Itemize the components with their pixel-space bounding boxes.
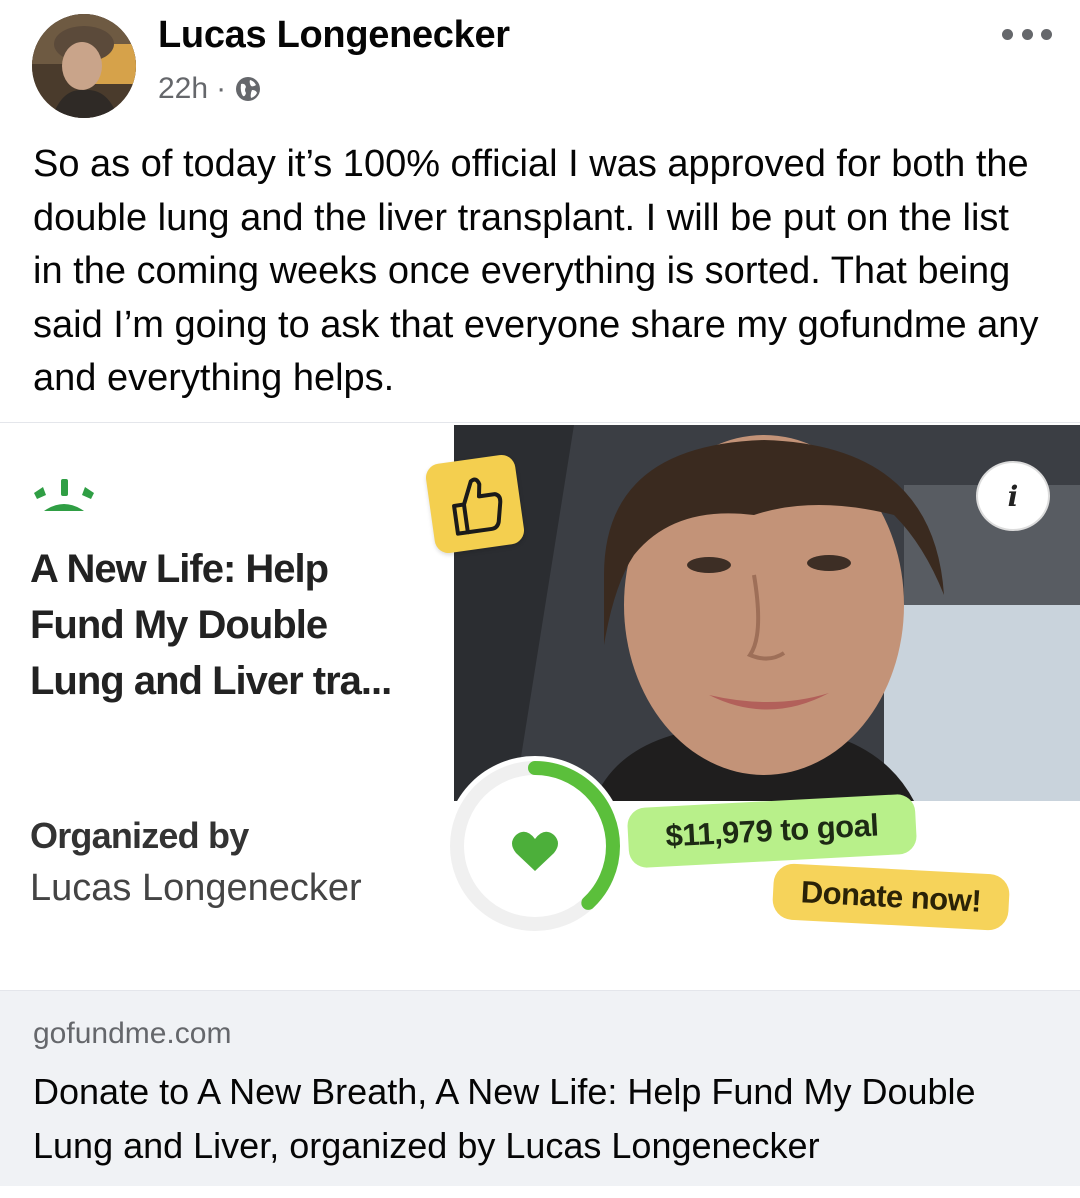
post-header: Lucas Longenecker 22h ·: [0, 0, 1080, 125]
meta-separator: ·: [216, 72, 227, 105]
post-text: So as of today it’s 100% official I was …: [33, 143, 1039, 399]
donate-now-button[interactable]: Donate now!: [771, 862, 1011, 932]
more-options-button[interactable]: [1002, 24, 1052, 44]
info-icon: i: [1007, 479, 1019, 513]
info-button[interactable]: i: [976, 461, 1050, 531]
post-meta: 22h ·: [158, 72, 262, 106]
dot-icon: [1021, 28, 1033, 40]
organizer-name: Lucas Longenecker: [30, 867, 362, 909]
author-avatar[interactable]: [32, 14, 136, 118]
campaign-title[interactable]: A New Life: Help Fund My Double Lung and…: [30, 541, 430, 709]
dot-icon: [1041, 28, 1052, 40]
progress-ring: [445, 756, 625, 936]
link-domain: gofundme.com: [33, 1017, 232, 1050]
goal-badge: $11,979 to goal: [626, 793, 918, 869]
author-name[interactable]: Lucas Longenecker: [158, 14, 510, 57]
link-title[interactable]: Donate to A New Breath, A New Life: Help…: [33, 1065, 1043, 1173]
post-time[interactable]: 22h: [158, 72, 208, 106]
link-preview-footer[interactable]: gofundme.com Donate to A New Breath, A N…: [0, 990, 1080, 1186]
gofundme-preview-card[interactable]: A New Life: Help Fund My Double Lung and…: [0, 422, 1080, 991]
gofundme-logo-icon: [34, 479, 94, 511]
thumbs-up-icon: [424, 453, 526, 555]
dot-icon: [1002, 28, 1013, 40]
organized-by-label: Organized by: [30, 815, 249, 856]
globe-icon[interactable]: [234, 75, 262, 103]
